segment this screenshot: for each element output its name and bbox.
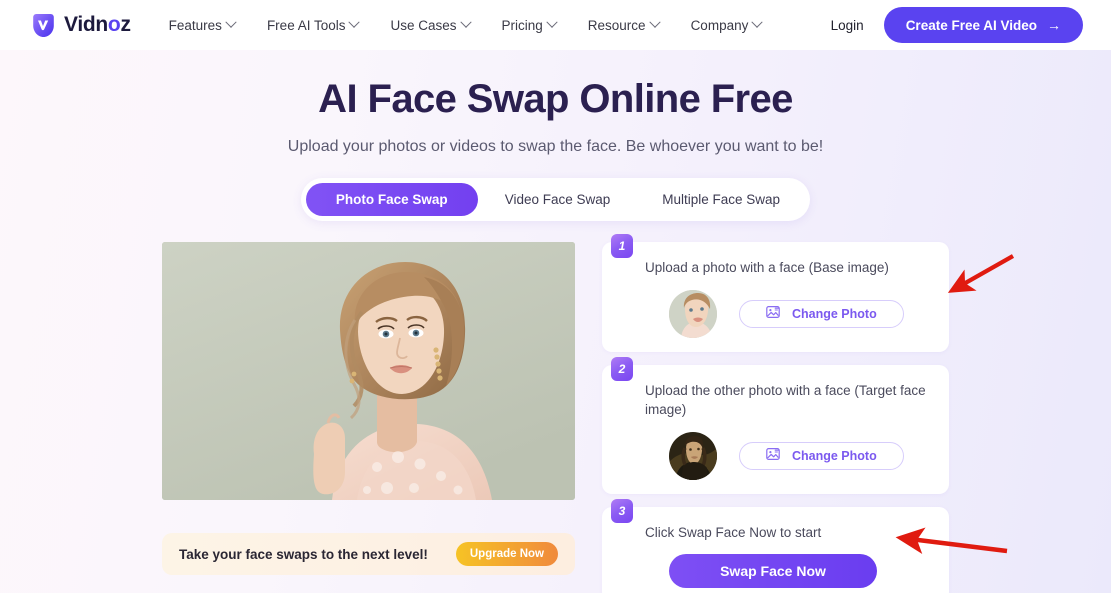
nav-label: Resource xyxy=(587,17,646,33)
image-edit-icon xyxy=(766,447,780,464)
chevron-down-icon xyxy=(459,16,472,28)
preview-image[interactable] xyxy=(162,242,575,500)
create-free-ai-video-button[interactable]: Create Free AI Video → xyxy=(883,7,1083,43)
swap-face-now-button[interactable]: Swap Face Now xyxy=(669,554,877,589)
step-2-title: Upload the other photo with a face (Targ… xyxy=(645,382,926,418)
upgrade-now-button[interactable]: Upgrade Now xyxy=(455,542,558,566)
base-face-thumbnail[interactable] xyxy=(669,289,717,338)
step-number-badge: 2 xyxy=(611,356,633,381)
nav-label: Company xyxy=(690,17,749,33)
cta-label: Create Free AI Video xyxy=(905,17,1037,33)
nav-label: Features xyxy=(168,17,222,33)
chevron-down-icon xyxy=(348,16,361,28)
nav-label: Use Cases xyxy=(390,17,457,33)
step-card-3: 3 Click Swap Face Now to start Swap Face… xyxy=(602,498,949,593)
target-face-thumbnail[interactable] xyxy=(669,431,717,480)
header-actions: Login Create Free AI Video → xyxy=(831,7,1083,43)
nav-item-pricing[interactable]: Pricing xyxy=(486,10,572,41)
logo[interactable]: Vidnoz xyxy=(30,12,131,39)
step-1-title: Upload a photo with a face (Base image) xyxy=(645,260,889,275)
step-card-1: 1 Upload a photo with a face (Base image… xyxy=(602,234,949,352)
chevron-down-icon xyxy=(648,16,661,28)
step-number-badge: 1 xyxy=(611,234,633,258)
tab-photo-face-swap[interactable]: Photo Face Swap xyxy=(305,183,478,216)
vidnoz-v-logo-icon xyxy=(30,12,57,39)
page-title: AI Face Swap Online Free xyxy=(318,77,793,121)
login-link[interactable]: Login xyxy=(831,18,864,33)
step-1-row: Change Photo xyxy=(642,289,933,338)
nav-item-free-ai-tools[interactable]: Free AI Tools xyxy=(251,10,375,41)
step-2-row: Change Photo xyxy=(642,431,933,480)
arrow-right-icon: → xyxy=(1047,17,1061,33)
step-card-2: 2 Upload the other photo with a face (Ta… xyxy=(602,356,949,494)
nav-label: Pricing xyxy=(501,17,543,33)
change-photo-button-2[interactable]: Change Photo xyxy=(739,441,904,470)
tab-multiple-face-swap[interactable]: Multiple Face Swap xyxy=(637,183,805,216)
left-column: Take your face swaps to the next level! … xyxy=(162,242,575,593)
change-photo-button-1[interactable]: Change Photo xyxy=(739,299,904,328)
logo-text: Vidnoz xyxy=(64,13,131,36)
tab-video-face-swap[interactable]: Video Face Swap xyxy=(480,183,636,216)
step-number-badge: 3 xyxy=(611,498,633,523)
nav-item-use-cases[interactable]: Use Cases xyxy=(374,10,485,41)
nav-item-resource[interactable]: Resource xyxy=(572,10,675,41)
nav-item-company[interactable]: Company xyxy=(675,10,778,41)
image-edit-icon xyxy=(766,305,780,322)
mode-tabs: Photo Face Swap Video Face Swap Multiple… xyxy=(300,178,811,221)
right-column-steps: 1 Upload a photo with a face (Base image… xyxy=(602,234,949,593)
change-photo-label: Change Photo xyxy=(792,448,877,463)
nav-item-features[interactable]: Features xyxy=(153,10,251,41)
site-header: Vidnoz Features Free AI Tools Use Cases … xyxy=(0,0,1111,50)
promo-text: Take your face swaps to the next level! xyxy=(179,546,428,562)
hero-section: AI Face Swap Online Free Upload your pho… xyxy=(0,50,1111,156)
step-3-row: Swap Face Now xyxy=(642,554,933,589)
step-3-title: Click Swap Face Now to start xyxy=(645,524,822,540)
main-content: Take your face swaps to the next level! … xyxy=(0,234,1111,593)
mode-tabs-container: Photo Face Swap Video Face Swap Multiple… xyxy=(0,178,1111,221)
chevron-down-icon xyxy=(546,16,558,28)
page-subtitle: Upload your photos or videos to swap the… xyxy=(287,138,824,155)
nav-label: Free AI Tools xyxy=(266,17,346,33)
change-photo-label: Change Photo xyxy=(792,306,877,321)
chevron-down-icon xyxy=(751,16,764,28)
main-navigation: Features Free AI Tools Use Cases Pricing… xyxy=(153,10,778,41)
upgrade-promo-banner: Take your face swaps to the next level! … xyxy=(162,533,575,575)
chevron-down-icon xyxy=(225,16,237,28)
